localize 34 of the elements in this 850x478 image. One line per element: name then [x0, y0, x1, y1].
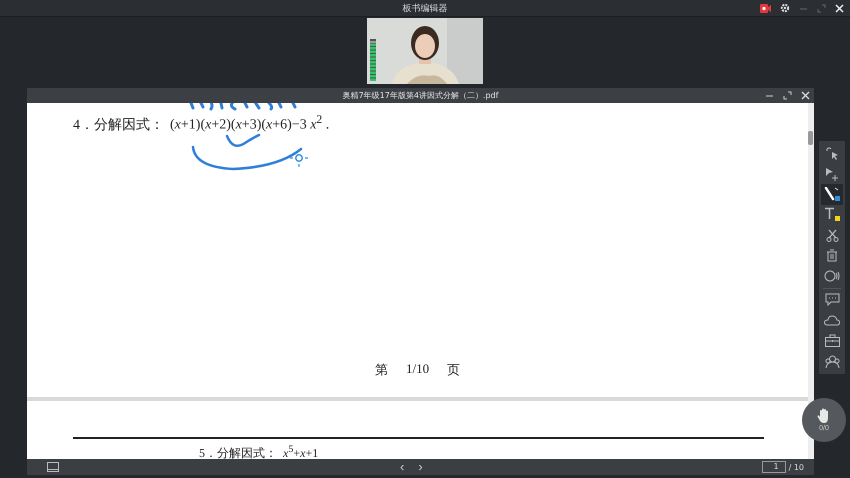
sidebar-toggle-icon[interactable]	[47, 462, 59, 472]
math-expression: x$^{5}$+x+1	[283, 442, 318, 459]
circles-icon	[824, 270, 840, 282]
trash-icon	[826, 249, 838, 262]
cloud-icon	[824, 314, 840, 326]
previous-page-button[interactable]: ‹	[395, 460, 410, 474]
record-icon[interactable]	[760, 4, 771, 12]
hand-icon	[817, 408, 831, 424]
scrollbar-thumb[interactable]	[808, 131, 813, 145]
page-number: 1/10	[406, 361, 430, 378]
chat-icon	[824, 293, 840, 306]
toolbox-icon	[824, 334, 840, 348]
tool-button[interactable]	[821, 184, 843, 204]
settings-icon[interactable]	[780, 3, 790, 13]
close-icon[interactable]	[835, 4, 844, 12]
next-page-button[interactable]: ›	[413, 460, 428, 474]
close-icon[interactable]	[801, 91, 810, 100]
pen-icon	[824, 186, 840, 202]
scissors-icon	[826, 228, 838, 242]
people-icon	[824, 354, 840, 368]
move-icon	[825, 166, 839, 181]
question-label: 4．分解因式：	[73, 116, 164, 134]
cursor-icon	[290, 149, 308, 167]
document-title: 奥精7年级17年版第4讲因式分解（二）.pdf	[342, 90, 498, 101]
laser-pointer-icon	[825, 146, 839, 160]
text-tool-icon	[824, 207, 840, 222]
page-total: / 10	[788, 462, 804, 472]
page-number: 第	[375, 361, 388, 379]
question-label: 5．分解因式：	[199, 446, 277, 459]
volume-meter	[370, 39, 376, 81]
page-input[interactable]: 1	[762, 461, 786, 473]
page-number: 页	[447, 361, 460, 379]
window-title: 板书编辑器	[402, 2, 448, 14]
math-expression: (x+1)(x+2)(x+3)(x+6)−3 x$^{2}$ .	[170, 113, 330, 134]
